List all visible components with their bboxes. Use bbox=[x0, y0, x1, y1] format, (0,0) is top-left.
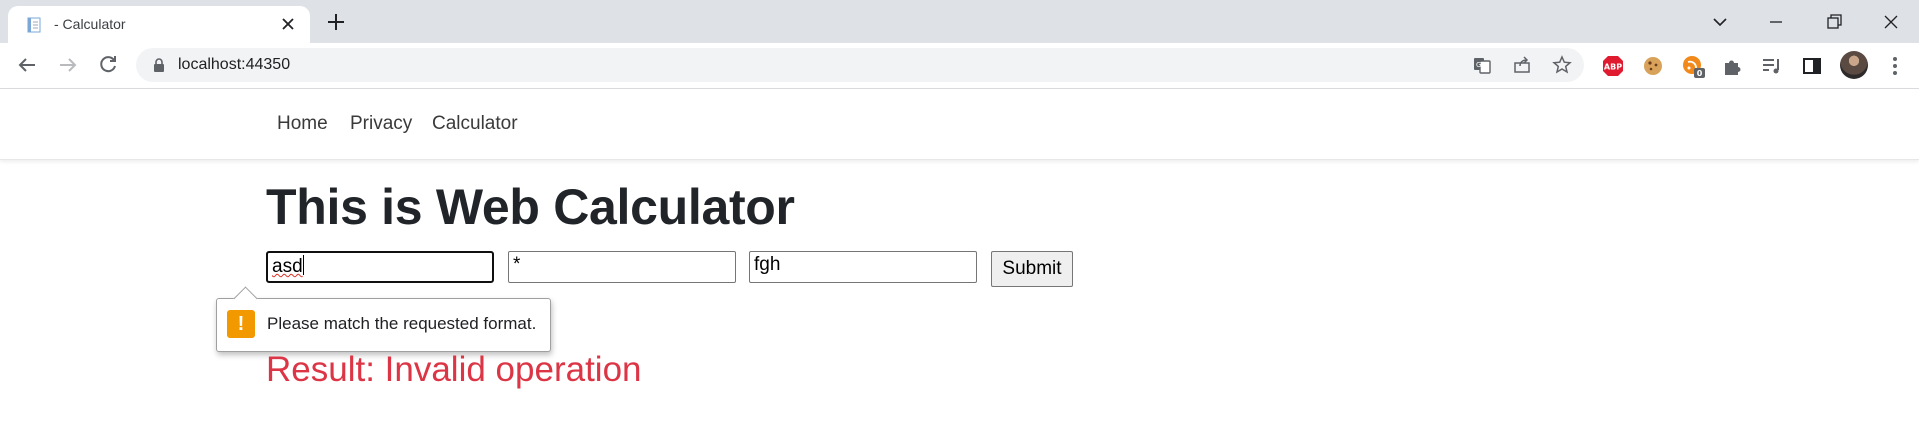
nav-link-privacy[interactable]: Privacy bbox=[350, 113, 412, 135]
second-number-value: fgh bbox=[754, 254, 781, 275]
validation-message: Please match the requested format. bbox=[267, 314, 537, 333]
nav-link-calculator[interactable]: Calculator bbox=[432, 113, 518, 135]
adblock-plus-icon[interactable]: ABP bbox=[1601, 54, 1625, 78]
cookie-icon[interactable] bbox=[1641, 54, 1665, 78]
lock-icon[interactable] bbox=[152, 58, 166, 72]
puzzle-icon[interactable] bbox=[1721, 54, 1745, 78]
close-window-icon[interactable] bbox=[1877, 8, 1905, 36]
svg-text:0: 0 bbox=[1697, 69, 1703, 78]
operator-value: * bbox=[513, 254, 521, 275]
forward-arrow-icon[interactable] bbox=[56, 53, 80, 77]
validation-tooltip: ! Please match the requested format. bbox=[216, 286, 551, 352]
reading-list-icon[interactable] bbox=[1760, 54, 1784, 78]
second-number-input[interactable]: fgh bbox=[749, 251, 977, 283]
text-caret bbox=[302, 255, 304, 275]
minimize-icon[interactable] bbox=[1762, 8, 1790, 36]
more-menu-icon[interactable] bbox=[1883, 54, 1907, 78]
restore-icon[interactable] bbox=[1820, 8, 1848, 36]
bookmark-star-icon[interactable] bbox=[1552, 55, 1572, 75]
page-title: This is Web Calculator bbox=[266, 179, 795, 235]
tab-search-chevron-icon[interactable] bbox=[1706, 8, 1734, 36]
document-favicon-icon bbox=[27, 17, 41, 33]
first-number-value: asd bbox=[272, 256, 303, 277]
reload-icon[interactable] bbox=[96, 53, 120, 77]
browser-toolbar: localhost:44350 G ABP 0 bbox=[0, 43, 1919, 89]
notification-extension-icon[interactable]: 0 bbox=[1681, 54, 1705, 78]
submit-button[interactable]: Submit bbox=[991, 251, 1073, 287]
tab-title: - Calculator bbox=[54, 16, 126, 32]
close-tab-icon[interactable] bbox=[280, 16, 296, 32]
svg-text:G: G bbox=[1476, 61, 1481, 69]
svg-text:ABP: ABP bbox=[1604, 63, 1622, 72]
result-text: Result: Invalid operation bbox=[266, 350, 642, 389]
warning-icon: ! bbox=[227, 310, 255, 338]
share-icon[interactable] bbox=[1512, 55, 1532, 75]
site-navbar: Home Privacy Calculator bbox=[0, 89, 1919, 160]
operator-input[interactable]: * bbox=[508, 251, 736, 283]
address-bar[interactable]: localhost:44350 G bbox=[136, 48, 1584, 82]
back-arrow-icon[interactable] bbox=[15, 53, 39, 77]
translate-icon[interactable]: G bbox=[1472, 55, 1492, 75]
browser-tab-active[interactable]: - Calculator bbox=[8, 6, 310, 43]
nav-link-home[interactable]: Home bbox=[277, 113, 328, 135]
side-panel-icon[interactable] bbox=[1800, 54, 1824, 78]
first-number-input[interactable]: asd bbox=[266, 251, 494, 283]
tooltip-arrow bbox=[233, 286, 258, 311]
new-tab-icon[interactable] bbox=[325, 11, 347, 33]
profile-avatar[interactable] bbox=[1840, 51, 1868, 79]
browser-tab-bar: - Calculator bbox=[0, 0, 1919, 43]
url-text[interactable]: localhost:44350 bbox=[178, 56, 290, 74]
